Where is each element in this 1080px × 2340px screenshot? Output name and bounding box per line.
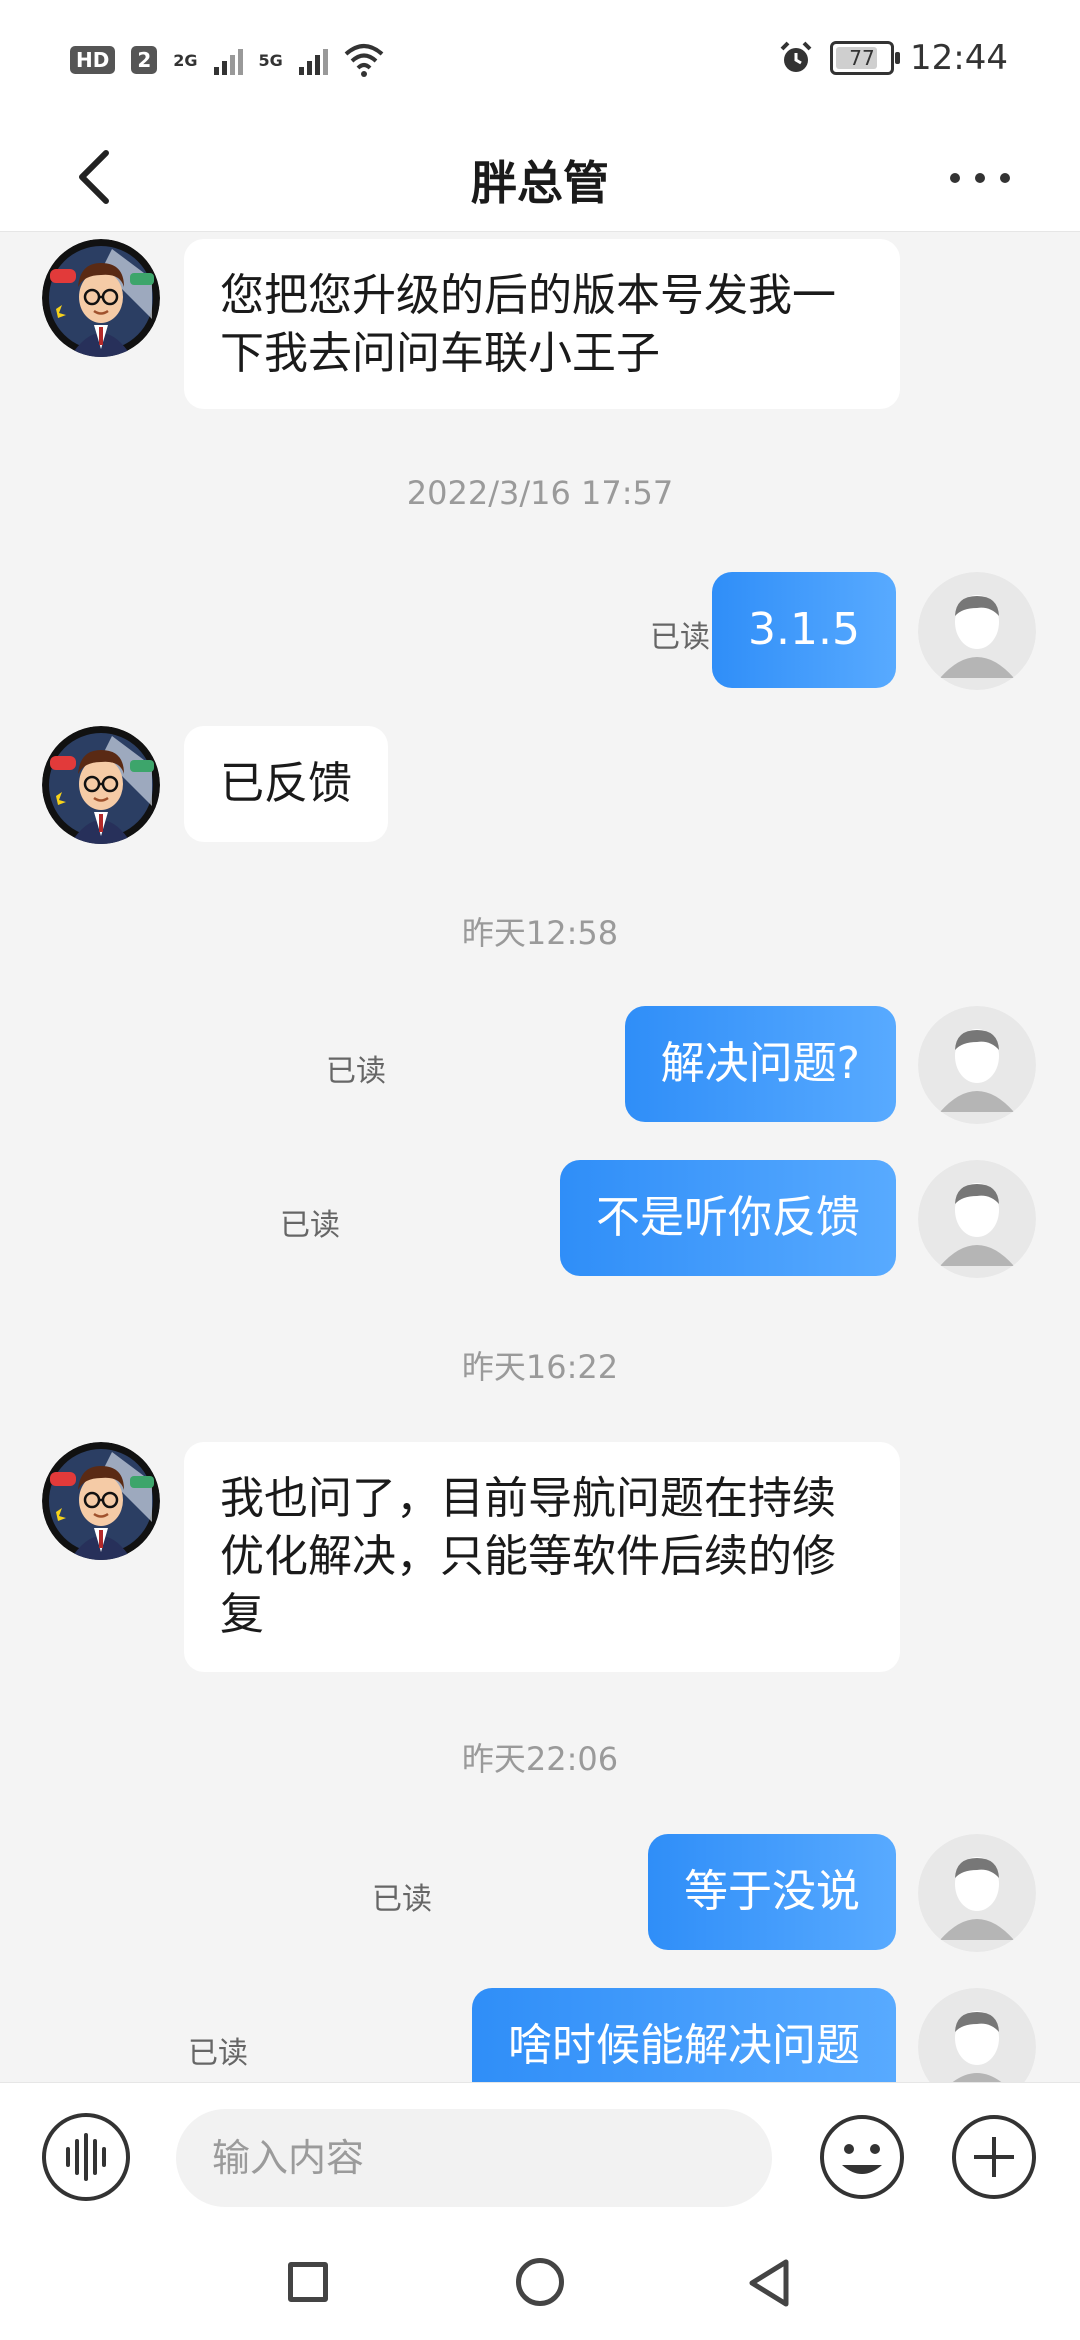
- wifi-icon: [344, 44, 384, 77]
- user-avatar[interactable]: [918, 1006, 1036, 1124]
- triangle-back-icon[interactable]: [744, 2256, 794, 2310]
- network-5g-label: 5G: [258, 50, 283, 70]
- user-avatar[interactable]: [918, 1988, 1036, 2082]
- message-text: 等于没说: [684, 1866, 860, 1917]
- message-text: 不是听你反馈: [596, 1192, 860, 1243]
- read-status: 已读: [372, 1882, 432, 1917]
- chat-header: 胖总管: [0, 125, 1080, 232]
- outgoing-message[interactable]: 解决问题?: [624, 1006, 896, 1122]
- clock: 12:44: [910, 38, 1008, 78]
- emoji-icon[interactable]: [818, 2113, 906, 2201]
- timestamp: 昨天16:22: [461, 1348, 619, 1386]
- timestamp: 2022/3/16 17:57: [406, 474, 674, 512]
- plus-icon[interactable]: [950, 2113, 1038, 2201]
- status-bar: HD 2 2G 5G 77 12:44: [0, 0, 1080, 125]
- more-horizontal-icon[interactable]: [950, 155, 1010, 201]
- outgoing-message[interactable]: 等于没说: [648, 1834, 896, 1950]
- signal-icon: [213, 45, 243, 75]
- alarm-icon: [780, 41, 812, 72]
- outgoing-message[interactable]: 不是听你反馈: [560, 1160, 896, 1276]
- read-status: 已读: [188, 2036, 248, 2071]
- battery-level: 77: [849, 46, 875, 70]
- message-text: 我也问了，目前导航问题在持续优化解决，只能等软件后续的修复: [220, 1473, 836, 1640]
- read-status: 已读: [326, 1054, 386, 1089]
- hd-badge: HD: [70, 46, 116, 74]
- battery-icon: 77: [830, 41, 901, 75]
- message-input[interactable]: 输入内容: [176, 2109, 772, 2207]
- incoming-message[interactable]: 我也问了，目前导航问题在持续优化解决，只能等软件后续的修复: [184, 1442, 900, 1672]
- message-text: 您把您升级的后的版本号发我一下我去问问车联小王子: [220, 270, 836, 379]
- user-avatar[interactable]: [918, 1834, 1036, 1952]
- status-left: HD 2 2G 5G: [70, 42, 384, 78]
- user-avatar[interactable]: [918, 572, 1036, 690]
- message-text: 解决问题?: [660, 1038, 860, 1089]
- outgoing-message[interactable]: 3.1.5: [712, 572, 896, 688]
- incoming-message[interactable]: 您把您升级的后的版本号发我一下我去问问车联小王子: [184, 239, 900, 409]
- read-status: 已读: [280, 1208, 340, 1243]
- sim-badge: 2: [131, 46, 158, 74]
- message-list[interactable]: 您把您升级的后的版本号发我一下我去问问车联小王子 2022/3/16 17:57…: [0, 232, 1080, 2082]
- input-placeholder: 输入内容: [212, 2136, 365, 2180]
- timestamp: 昨天12:58: [461, 914, 619, 952]
- voice-icon[interactable]: [42, 2113, 130, 2201]
- user-avatar[interactable]: [918, 1160, 1036, 1278]
- contact-avatar[interactable]: [42, 1442, 160, 1560]
- status-right: 77 12:44: [778, 38, 1008, 78]
- message-text: 3.1.5: [748, 604, 860, 655]
- system-nav-bar: [0, 2232, 1080, 2340]
- signal-icon: [298, 45, 328, 75]
- input-bar: 输入内容: [0, 2082, 1080, 2233]
- circle-home-icon[interactable]: [516, 2258, 564, 2306]
- contact-avatar[interactable]: [42, 726, 160, 844]
- contact-avatar[interactable]: [42, 239, 160, 357]
- read-status: 已读: [650, 620, 710, 655]
- outgoing-message[interactable]: 啥时候能解决问题: [472, 1988, 896, 2082]
- message-text: 已反馈: [220, 758, 352, 809]
- message-text: 啥时候能解决问题: [508, 2020, 860, 2071]
- square-recents-icon[interactable]: [288, 2262, 328, 2302]
- network-2g-label: 2G: [173, 50, 198, 70]
- chat-title: 胖总管: [471, 156, 609, 210]
- incoming-message[interactable]: 已反馈: [184, 726, 388, 842]
- timestamp: 昨天22:06: [461, 1740, 619, 1778]
